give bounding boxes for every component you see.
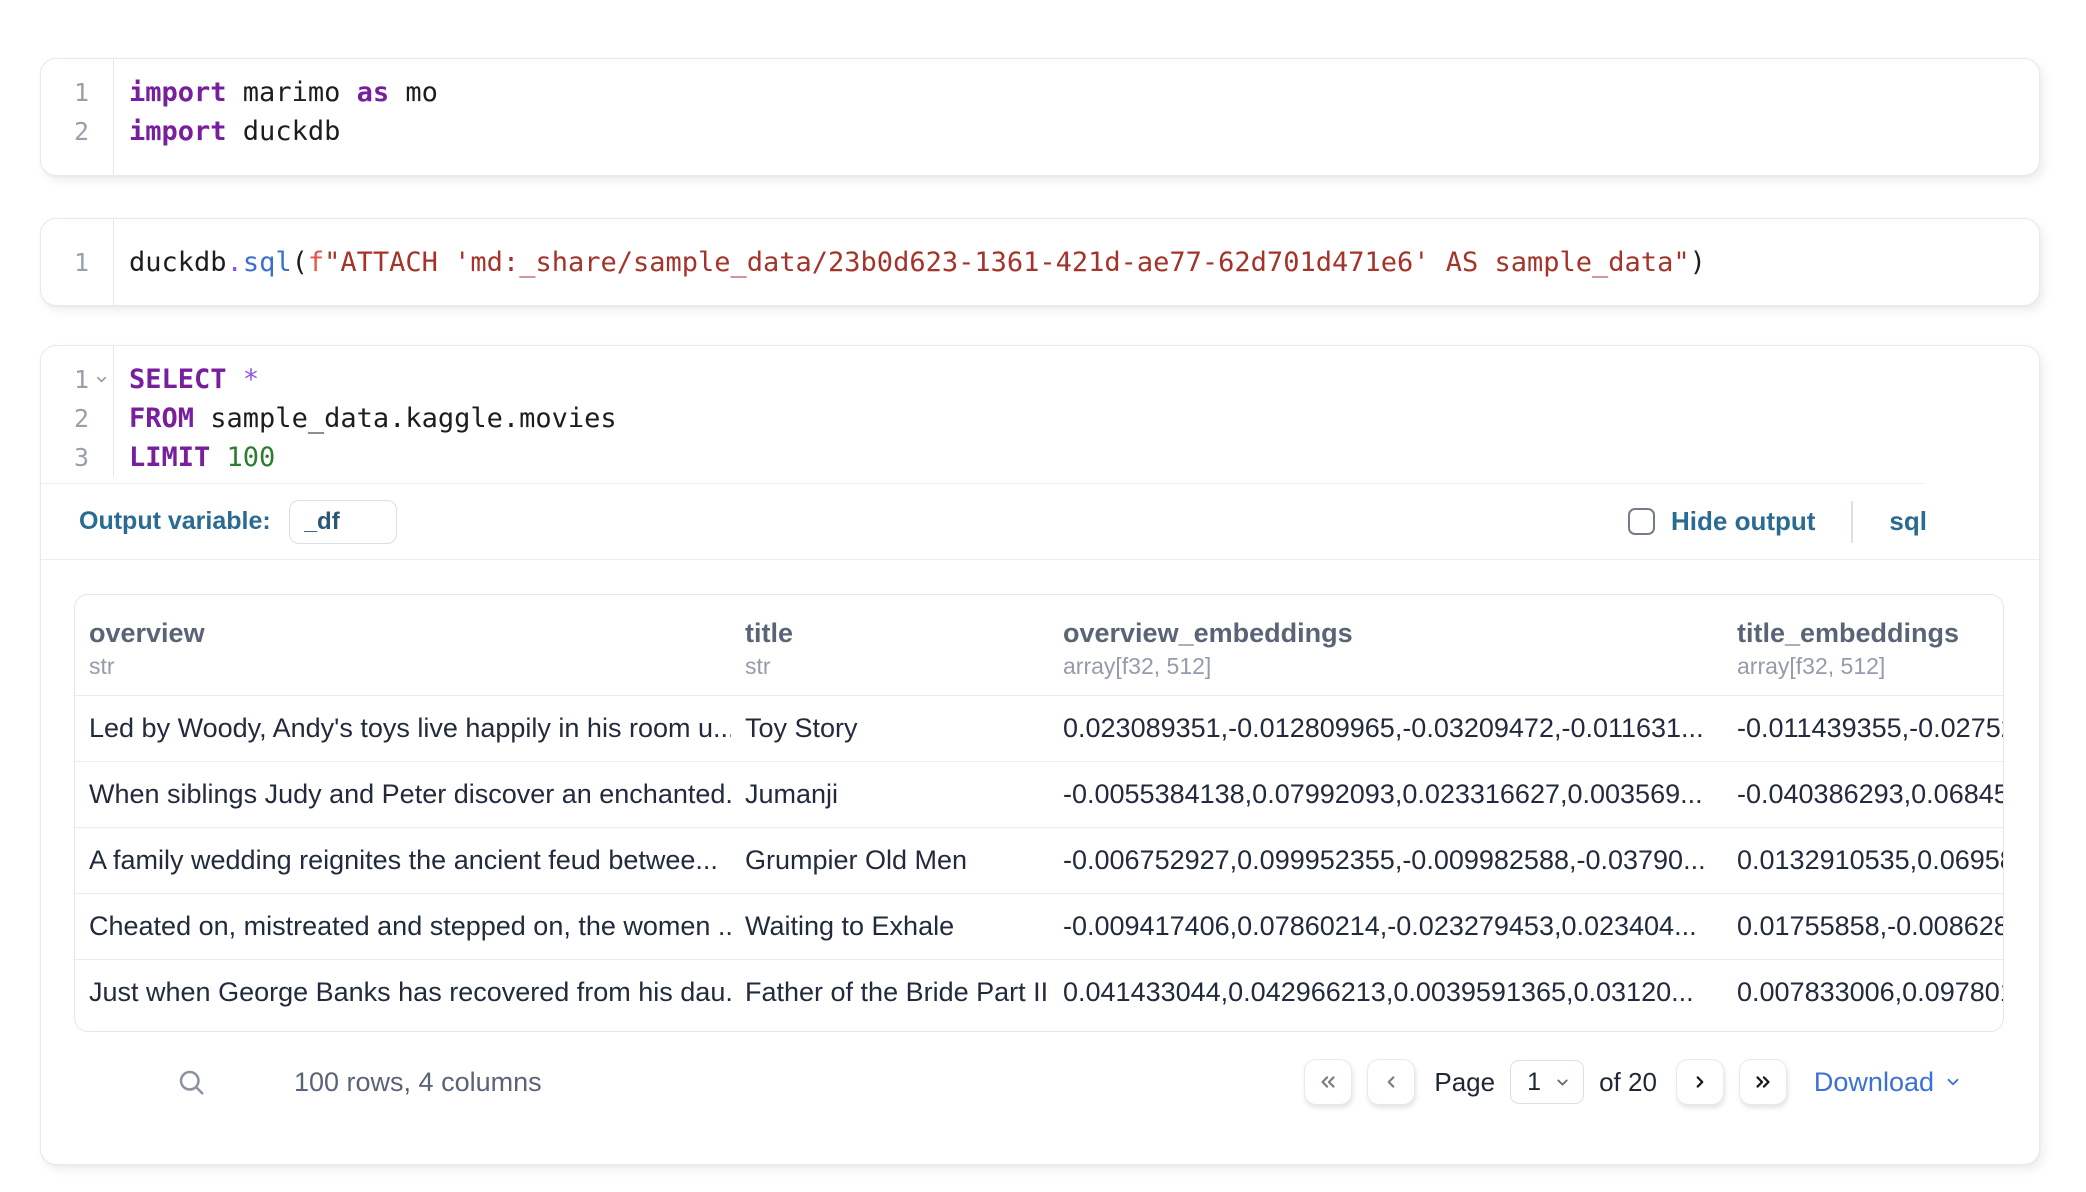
column-header-title[interactable]: title str	[731, 595, 1049, 695]
chevrons-right-icon	[1752, 1071, 1774, 1093]
code-cell-imports: 1 2 import marimo as mo import duckdb	[40, 58, 2040, 176]
code-editor[interactable]: 1 2 3 SELECT * FROM sample_data.kaggle.m…	[41, 346, 2039, 477]
table-row: Cheated on, mistreated and stepped on, t…	[75, 893, 2003, 959]
line-number: 2	[74, 117, 89, 146]
cell-overview: Led by Woody, Andy's toys live happily i…	[75, 696, 731, 761]
fold-chevron-icon[interactable]	[89, 360, 113, 399]
code-content[interactable]: SELECT * FROM sample_data.kaggle.movies …	[113, 346, 2039, 477]
result-table: overview str title str overview_embeddin…	[74, 594, 2004, 1032]
column-header-overview-embeddings[interactable]: overview_embeddings array[f32, 512]	[1049, 595, 1723, 695]
code-cell-attach: 1 duckdb.sql(f"ATTACH 'md:_share/sample_…	[40, 218, 2040, 306]
total-pages-label: of 20	[1599, 1067, 1657, 1098]
column-header-overview[interactable]: overview str	[75, 595, 731, 695]
cell-title: Father of the Bride Part II	[731, 960, 1049, 1025]
cell-title: Grumpier Old Men	[731, 828, 1049, 893]
line-number: 1	[74, 78, 89, 107]
cell-title-embeddings: 0.007833006,0.097801	[1723, 960, 2003, 1025]
cell-overview-embeddings: -0.009417406,0.07860214,-0.023279453,0.0…	[1049, 894, 1723, 959]
cell-overview-embeddings: 0.041433044,0.042966213,0.0039591365,0.0…	[1049, 960, 1723, 1025]
last-page-button[interactable]	[1739, 1059, 1787, 1105]
line-number: 3	[74, 443, 89, 472]
cell-title-embeddings: -0.011439355,-0.02752	[1723, 696, 2003, 761]
code-line: SELECT *	[129, 360, 2039, 399]
row-count-status: 100 rows, 4 columns	[294, 1067, 542, 1098]
download-label: Download	[1814, 1067, 1934, 1098]
line-number: 2	[74, 404, 89, 433]
cell-overview: Just when George Banks has recovered fro…	[75, 960, 731, 1025]
code-editor[interactable]: 1 2 import marimo as mo import duckdb	[41, 59, 2039, 175]
output-variable-input[interactable]	[289, 500, 397, 544]
cell-overview: Cheated on, mistreated and stepped on, t…	[75, 894, 731, 959]
code-line: import duckdb	[129, 112, 2039, 151]
code-line: LIMIT 100	[129, 438, 2039, 477]
hide-output-checkbox[interactable]	[1628, 508, 1655, 535]
chevron-right-icon	[1689, 1071, 1711, 1093]
language-badge-sql[interactable]: sql	[1889, 506, 1927, 537]
hide-output-label[interactable]: Hide output	[1671, 506, 1815, 537]
chevron-down-icon	[1944, 1073, 1962, 1091]
line-number-gutter: 1 2	[41, 59, 113, 175]
page-number-select[interactable]: 1	[1510, 1060, 1584, 1104]
divider	[1851, 501, 1853, 543]
first-page-button[interactable]	[1304, 1059, 1352, 1105]
cell-overview-embeddings: 0.023089351,-0.012809965,-0.03209472,-0.…	[1049, 696, 1723, 761]
cell-overview: A family wedding reignites the ancient f…	[75, 828, 731, 893]
cell-title-embeddings: -0.040386293,0.068451	[1723, 762, 2003, 827]
table-row: When siblings Judy and Peter discover an…	[75, 761, 2003, 827]
chevrons-left-icon	[1317, 1071, 1339, 1093]
cell-overview-embeddings: -0.006752927,0.099952355,-0.009982588,-0…	[1049, 828, 1723, 893]
output-variable-label: Output variable:	[79, 507, 271, 536]
table-row: Just when George Banks has recovered fro…	[75, 959, 2003, 1025]
line-number: 1	[74, 365, 89, 394]
line-number-gutter: 1	[41, 219, 113, 305]
cell-title-embeddings: 0.0132910535,0.06958	[1723, 828, 2003, 893]
cell-overview-embeddings: -0.0055384138,0.07992093,0.023316627,0.0…	[1049, 762, 1723, 827]
cell-title-embeddings: 0.01755858,-0.0086286	[1723, 894, 2003, 959]
next-page-button[interactable]	[1676, 1059, 1724, 1105]
page-select-value: 1	[1527, 1068, 1541, 1097]
search-icon[interactable]	[176, 1067, 206, 1097]
code-content[interactable]: duckdb.sql(f"ATTACH 'md:_share/sample_da…	[113, 219, 2039, 305]
chevron-down-icon	[1554, 1074, 1571, 1091]
table-row: Led by Woody, Andy's toys live happily i…	[75, 695, 2003, 761]
output-variable-bar: Output variable: Hide output sql	[41, 484, 2039, 560]
cell-title: Waiting to Exhale	[731, 894, 1049, 959]
page-label: Page	[1434, 1067, 1495, 1098]
previous-page-button[interactable]	[1367, 1059, 1415, 1105]
code-line: import marimo as mo	[129, 73, 2039, 112]
cell-output: overview str title str overview_embeddin…	[41, 560, 2039, 1106]
table-header-row: overview str title str overview_embeddin…	[75, 595, 2003, 695]
code-editor[interactable]: 1 duckdb.sql(f"ATTACH 'md:_share/sample_…	[41, 219, 2039, 305]
sql-cell: 1 2 3 SELECT * FROM sample_data.kaggle.m…	[40, 345, 2040, 1165]
line-number: 1	[74, 248, 89, 277]
table-row: A family wedding reignites the ancient f…	[75, 827, 2003, 893]
cell-overview: When siblings Judy and Peter discover an…	[75, 762, 731, 827]
line-number-gutter: 1 2 3	[41, 346, 113, 477]
code-line: duckdb.sql(f"ATTACH 'md:_share/sample_da…	[129, 243, 2039, 282]
cell-title: Toy Story	[731, 696, 1049, 761]
column-header-title-embeddings[interactable]: title_embeddings array[f32, 512]	[1723, 595, 2003, 695]
table-footer: 100 rows, 4 columns Page 1 of 20	[176, 1058, 1962, 1106]
download-menu-button[interactable]: Download	[1814, 1067, 1962, 1098]
code-content[interactable]: import marimo as mo import duckdb	[113, 59, 2039, 175]
cell-title: Jumanji	[731, 762, 1049, 827]
chevron-left-icon	[1380, 1071, 1402, 1093]
code-line: FROM sample_data.kaggle.movies	[129, 399, 2039, 438]
